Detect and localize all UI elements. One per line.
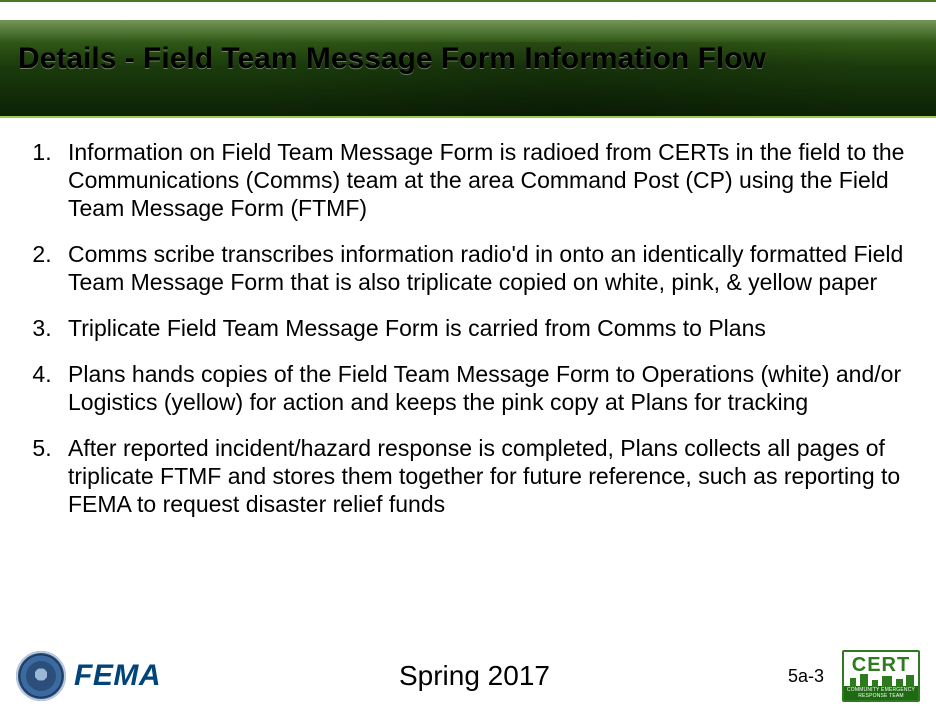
page-number: 5a-3 bbox=[788, 666, 824, 687]
list-item: Plans hands copies of the Field Team Mes… bbox=[58, 360, 908, 416]
list-item: Comms scribe transcribes information rad… bbox=[58, 240, 908, 296]
content-area: Information on Field Team Message Form i… bbox=[0, 120, 936, 642]
footer-right: 5a-3 CERT COMMUNITY EMERGENCY RESPONSE T… bbox=[788, 650, 920, 702]
slide: Details - Field Team Message Form Inform… bbox=[0, 0, 936, 720]
slide-title: Details - Field Team Message Form Inform… bbox=[18, 42, 918, 76]
cert-skyline-icon bbox=[844, 674, 918, 688]
fema-wordmark: FEMA bbox=[74, 659, 161, 693]
cert-full-name: COMMUNITY EMERGENCY RESPONSE TEAM bbox=[844, 687, 918, 699]
title-band: Details - Field Team Message Form Inform… bbox=[0, 0, 936, 120]
list-item: After reported incident/hazard response … bbox=[58, 434, 908, 518]
list-item: Information on Field Team Message Form i… bbox=[58, 138, 908, 222]
numbered-list: Information on Field Team Message Form i… bbox=[28, 138, 908, 519]
footer: FEMA Spring 2017 5a-3 CERT COMMUNITY EME… bbox=[0, 642, 936, 720]
cert-logo: CERT COMMUNITY EMERGENCY RESPONSE TEAM bbox=[842, 650, 920, 702]
list-item: Triplicate Field Team Message Form is ca… bbox=[58, 314, 908, 342]
dhs-seal-icon bbox=[16, 651, 66, 701]
title-band-underline bbox=[0, 116, 936, 120]
footer-center-text: Spring 2017 bbox=[175, 660, 774, 692]
fema-logo: FEMA bbox=[16, 651, 161, 701]
